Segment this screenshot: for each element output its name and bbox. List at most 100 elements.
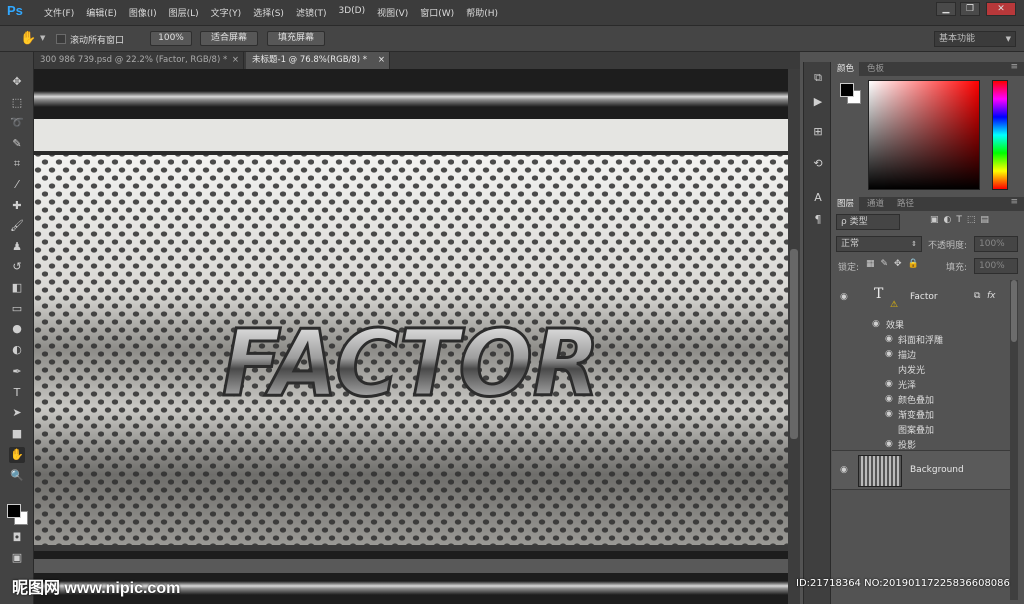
visibility-eye-icon[interactable]: ◉ <box>840 292 848 302</box>
layer-filter-icons[interactable]: ▣◐T⬚▤ <box>930 215 994 225</box>
menu-type[interactable]: 文字(Y) <box>205 6 248 19</box>
menu-layer[interactable]: 图层(L) <box>163 6 205 19</box>
panel-menu-icon[interactable]: ≡ <box>1010 62 1018 72</box>
effect-pattern-overlay[interactable]: 图案叠加 <box>898 423 934 436</box>
tab-swatches[interactable]: 色板 <box>862 62 889 76</box>
effect-eye-icon[interactable]: ◉ <box>885 379 893 389</box>
foreground-color-swatch[interactable] <box>7 504 21 518</box>
effect-satin[interactable]: 光泽 <box>898 378 916 391</box>
fill-screen-button[interactable]: 填充屏幕 <box>267 31 325 46</box>
adjustments-panel-icon[interactable]: ⊞ <box>810 124 826 140</box>
pen-tool-icon[interactable]: ✒ <box>9 364 25 380</box>
tab-color[interactable]: 颜色 <box>832 62 860 76</box>
eraser-tool-icon[interactable]: ◧ <box>9 280 25 296</box>
effect-eye-icon[interactable]: ◉ <box>885 394 893 404</box>
tab-factor-psd[interactable]: 300 986 739.psd @ 22.2% (Factor, RGB/8) … <box>34 52 244 69</box>
quick-select-tool-icon[interactable]: ✎ <box>9 136 25 152</box>
lasso-tool-icon[interactable]: ➰ <box>9 115 25 131</box>
foreground-color-swatch[interactable] <box>840 83 854 97</box>
tool-preset-chevron-down-icon[interactable]: ▼ <box>40 34 45 42</box>
hand-tool-icon[interactable]: ✋ <box>9 447 25 463</box>
zoom-100-button[interactable]: 100% <box>150 31 192 46</box>
effects-visibility-eye-icon[interactable]: ◉ <box>872 319 880 329</box>
menu-file[interactable]: 文件(F) <box>38 6 80 19</box>
effect-eye-icon[interactable]: ◉ <box>885 439 893 449</box>
effect-inner-glow[interactable]: 内发光 <box>898 363 925 376</box>
effect-eye-icon[interactable]: ◉ <box>885 409 893 419</box>
blend-mode-value: 正常 <box>841 239 860 249</box>
gradient-tool-icon[interactable]: ▭ <box>9 301 25 317</box>
menu-image[interactable]: 图像(I) <box>123 6 163 19</box>
watermark-logo: 昵图网 www.nipic.com <box>12 580 181 597</box>
effect-eye-icon[interactable]: ◉ <box>885 349 893 359</box>
move-tool-icon[interactable]: ✥ <box>9 74 25 90</box>
effect-bevel-emboss[interactable]: 斜面和浮雕 <box>898 333 943 346</box>
fill-label: 填充: <box>946 263 968 273</box>
scroll-all-checkbox[interactable] <box>56 34 66 44</box>
screen-mode-icon[interactable]: ▣ <box>9 550 25 566</box>
workspace-select[interactable]: 基本功能 ▼ <box>934 31 1016 47</box>
scrollbar-thumb[interactable] <box>790 249 798 439</box>
styles-panel-icon[interactable]: ⟲ <box>810 156 826 172</box>
minimize-button[interactable]: ▁ <box>936 2 956 16</box>
character-panel-icon[interactable]: A <box>810 190 826 206</box>
effect-stroke[interactable]: 描边 <box>898 348 916 361</box>
effect-eye-icon[interactable]: ◉ <box>885 334 893 344</box>
menu-help[interactable]: 帮助(H) <box>460 6 504 19</box>
filter-kind-value: ρ 类型 <box>841 217 868 227</box>
layer-fx-icon[interactable]: fx <box>987 291 996 301</box>
hue-slider[interactable] <box>992 80 1008 190</box>
dodge-tool-icon[interactable]: ◐ <box>9 342 25 358</box>
history-panel-icon[interactable]: ⧉ <box>810 70 826 86</box>
tab-channels[interactable]: 通道 <box>862 197 889 211</box>
zoom-tool-icon[interactable]: 🔍 <box>9 468 25 484</box>
canvas-vertical-scrollbar[interactable] <box>788 69 800 604</box>
layers-scrollbar[interactable] <box>1010 280 1018 600</box>
effect-gradient-overlay[interactable]: 渐变叠加 <box>898 408 934 421</box>
layer-row-background[interactable]: ◉ Background <box>832 450 1010 490</box>
healing-brush-tool-icon[interactable]: ✚ <box>9 198 25 214</box>
lock-icons[interactable]: ▦✎✥🔒 <box>866 259 925 269</box>
opacity-input[interactable]: 100% <box>974 236 1018 252</box>
fit-screen-button[interactable]: 适合屏幕 <box>200 31 258 46</box>
tab-close-icon[interactable]: × <box>232 52 239 69</box>
crop-tool-icon[interactable]: ⌗ <box>9 156 25 172</box>
color-panel-tabs: 颜色 色板 ≡ <box>832 62 1024 76</box>
path-select-tool-icon[interactable]: ➤ <box>9 405 25 421</box>
menu-edit[interactable]: 编辑(E) <box>80 6 123 19</box>
marquee-tool-icon[interactable]: ⬚ <box>9 95 25 111</box>
blur-tool-icon[interactable]: ● <box>9 321 25 337</box>
tab-paths[interactable]: 路径 <box>892 197 919 211</box>
hand-tool-icon[interactable]: ✋ <box>20 31 36 46</box>
tab-layers[interactable]: 图层 <box>832 197 860 211</box>
menu-window[interactable]: 窗口(W) <box>414 6 460 19</box>
document-canvas[interactable]: FACTOR <box>34 69 788 604</box>
panel-menu-icon[interactable]: ≡ <box>1010 197 1018 207</box>
eyedropper-tool-icon[interactable]: ⁄ <box>9 177 25 193</box>
workspace-chevron-down-icon: ▼ <box>1005 35 1011 43</box>
actions-panel-icon[interactable]: ▶ <box>810 94 826 110</box>
menu-filter[interactable]: 滤镜(T) <box>290 6 333 19</box>
scrollbar-thumb[interactable] <box>1011 280 1017 342</box>
paragraph-panel-icon[interactable]: ¶ <box>810 212 826 228</box>
brush-tool-icon[interactable]: 🖌 <box>9 218 25 234</box>
menu-view[interactable]: 视图(V) <box>371 6 414 19</box>
layer-filter-select[interactable]: ρ 类型 <box>836 214 900 230</box>
type-tool-icon[interactable]: T <box>9 385 25 401</box>
history-brush-tool-icon[interactable]: ↺ <box>9 259 25 275</box>
layer-row-factor[interactable]: ◉ T ⚠ Factor ⧉ fx <box>832 280 1010 320</box>
visibility-eye-icon[interactable]: ◉ <box>840 465 848 475</box>
menu-select[interactable]: 选择(S) <box>247 6 290 19</box>
effect-color-overlay[interactable]: 颜色叠加 <box>898 393 934 406</box>
clone-stamp-tool-icon[interactable]: ♟ <box>9 239 25 255</box>
blend-mode-select[interactable]: 正常 ⇕ <box>836 236 922 252</box>
tab-close-icon[interactable]: × <box>378 52 385 69</box>
quick-mask-icon[interactable]: ◘ <box>9 530 25 546</box>
tab-untitled[interactable]: 未标题-1 @ 76.8%(RGB/8) * × <box>246 52 390 69</box>
menu-3d[interactable]: 3D(D) <box>332 6 371 19</box>
restore-button[interactable]: ❐ <box>960 2 980 16</box>
rectangle-tool-icon[interactable]: ■ <box>9 426 25 442</box>
close-button[interactable]: ✕ <box>986 2 1016 16</box>
fill-input[interactable]: 100% <box>974 258 1018 274</box>
color-picker-field[interactable] <box>868 80 980 190</box>
